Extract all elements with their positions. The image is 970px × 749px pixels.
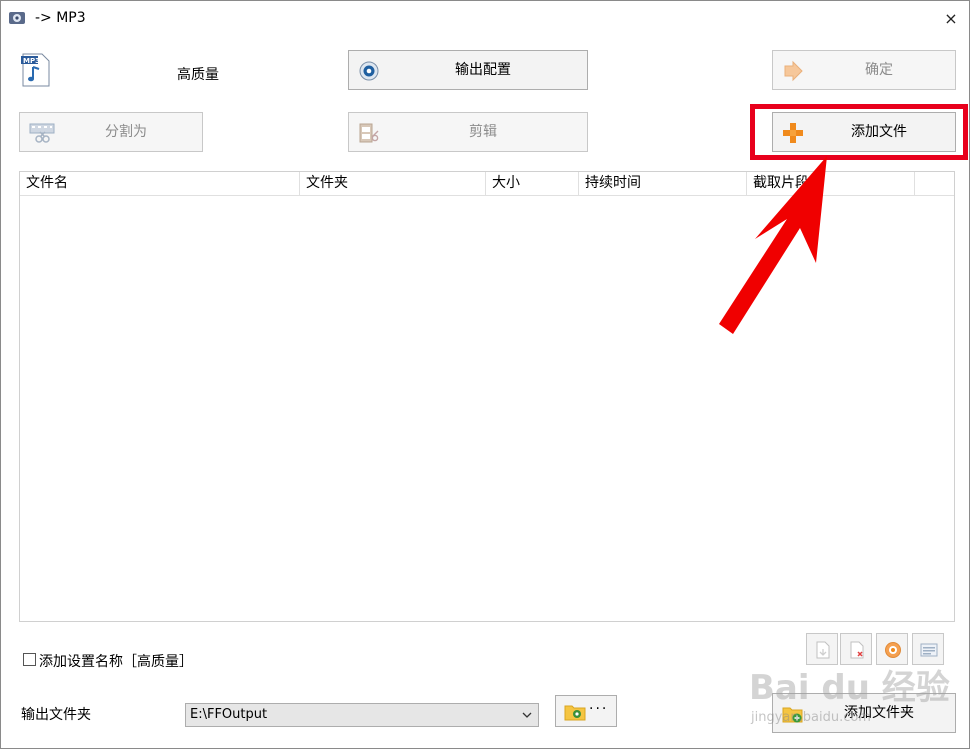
output-config-label: 输出配置 — [455, 62, 511, 78]
film-clip-icon — [359, 123, 379, 143]
file-list[interactable]: 文件名 文件夹 大小 持续时间 截取片段 — [19, 171, 955, 622]
list-remove-button[interactable] — [840, 633, 872, 665]
document-remove-icon — [850, 641, 864, 659]
play-button[interactable] — [876, 633, 908, 665]
preset-quality-label: 高质量 — [177, 67, 219, 83]
app-window: -> MP3 × MP3 高质量 输出配置 确定 分割为 剪辑 添加文件 文件名… — [0, 0, 970, 749]
browse-folder-button[interactable]: ··· — [555, 695, 617, 727]
column-header-size[interactable]: 大小 — [486, 172, 579, 196]
folder-add-icon — [782, 707, 803, 723]
add-setting-name-label: 添加设置名称［高质量］ — [39, 654, 193, 670]
app-logo-icon — [9, 12, 25, 24]
add-folder-label: 添加文件夹 — [844, 705, 914, 721]
split-button[interactable]: 分割为 — [19, 112, 203, 152]
title-bar: -> MP3 × — [1, 1, 969, 35]
column-header-duration[interactable]: 持续时间 — [579, 172, 747, 196]
add-file-button[interactable]: 添加文件 — [772, 112, 956, 152]
column-header-filename[interactable]: 文件名 — [20, 172, 300, 196]
add-setting-name-checkbox[interactable] — [23, 653, 36, 666]
column-header-folder[interactable]: 文件夹 — [300, 172, 486, 196]
list-move-down-button[interactable] — [806, 633, 838, 665]
svg-text:MP3: MP3 — [23, 57, 40, 65]
scissors-film-icon — [29, 123, 55, 143]
split-label: 分割为 — [105, 124, 147, 140]
media-info-button[interactable] — [912, 633, 944, 665]
document-down-icon — [816, 641, 830, 659]
file-list-header: 文件名 文件夹 大小 持续时间 截取片段 — [20, 172, 954, 196]
gear-icon — [359, 61, 379, 81]
column-header-clip[interactable]: 截取片段 — [747, 172, 915, 196]
play-icon — [885, 642, 901, 658]
ok-button[interactable]: 确定 — [772, 50, 956, 90]
chevron-down-icon — [522, 712, 532, 718]
window-title: -> MP3 — [35, 10, 86, 26]
mp3-file-icon: MP3 — [21, 53, 50, 87]
column-header-extra — [915, 172, 954, 196]
arrow-right-icon — [784, 60, 803, 82]
output-folder-select[interactable]: E:\FFOutput — [185, 703, 539, 727]
folder-open-icon — [564, 705, 586, 721]
browse-dots: ··· — [589, 701, 609, 717]
edit-button[interactable]: 剪辑 — [348, 112, 588, 152]
output-folder-label: 输出文件夹 — [21, 707, 91, 723]
edit-label: 剪辑 — [469, 124, 497, 140]
close-button[interactable]: × — [941, 9, 961, 29]
add-folder-button[interactable]: 添加文件夹 — [772, 693, 956, 733]
ok-label: 确定 — [865, 62, 893, 78]
plus-icon — [783, 123, 803, 143]
output-folder-value: E:\FFOutput — [190, 707, 268, 722]
info-panel-icon — [920, 643, 938, 657]
output-config-button[interactable]: 输出配置 — [348, 50, 588, 90]
add-file-label: 添加文件 — [851, 124, 907, 140]
